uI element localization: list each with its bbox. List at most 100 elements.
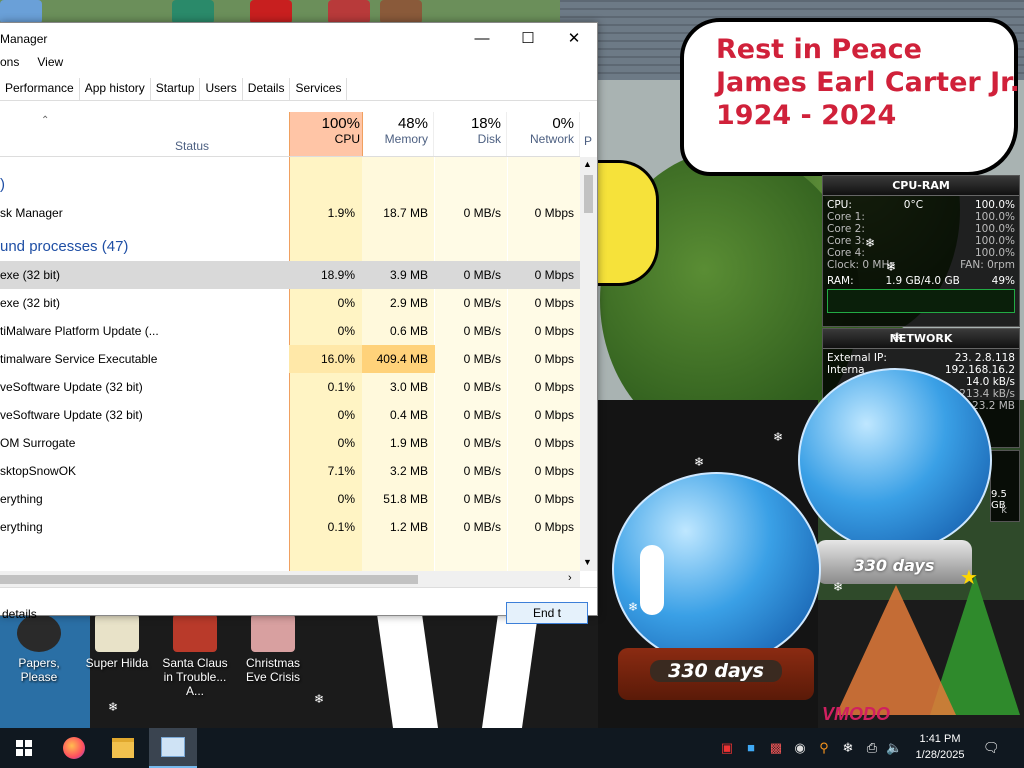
tab-users[interactable]: Users: [200, 78, 243, 100]
top-desktop-icon[interactable]: [0, 0, 42, 24]
fewer-details-link[interactable]: details: [2, 607, 37, 621]
tab-details[interactable]: Details: [243, 78, 291, 100]
desktop-icon-super-hilda[interactable]: Super Hilda: [78, 614, 156, 670]
title-bar[interactable]: Manager — ☐ ✕: [0, 23, 597, 53]
column-status[interactable]: Status: [175, 139, 209, 153]
scroll-down-icon[interactable]: ▼: [583, 557, 592, 567]
column-network[interactable]: 0% Network: [507, 112, 580, 156]
start-button[interactable]: [0, 728, 48, 768]
maximize-button[interactable]: ☐: [505, 23, 551, 53]
scroll-right-icon[interactable]: ›: [568, 572, 572, 584]
column-disk[interactable]: 18% Disk: [434, 112, 507, 156]
tray-network-monitor-icon[interactable]: ▩: [768, 740, 784, 756]
top-desktop-icon[interactable]: [172, 0, 214, 24]
process-row[interactable]: exe (32 bit) 18.9% 3.9 MB 0 MB/s 0 Mbps: [0, 261, 580, 289]
top-desktop-icon[interactable]: [250, 0, 292, 24]
desktop-icon-papers-please[interactable]: Papers, Please: [0, 614, 78, 684]
network-usage: 0 Mbps: [534, 206, 574, 220]
disk-usage: 0 MB/s: [463, 408, 501, 422]
vertical-scroll-thumb[interactable]: [584, 175, 593, 213]
santa-claus-icon: [173, 614, 217, 652]
desktop-icon-santa-claus[interactable]: Santa Claus in Trouble... A...: [156, 614, 234, 698]
speech-bubble-text: Rest in Peace James Earl Carter Jr. 1924…: [716, 33, 1020, 132]
column-cpu[interactable]: 100% CPU: [289, 112, 363, 156]
taskbar-task-manager[interactable]: [149, 728, 197, 768]
wallpaper-watermark: VMODO: [822, 704, 891, 724]
clock-speed: Clock: 0 MHz: [827, 259, 895, 271]
gingerbread-tree-icon: [836, 585, 956, 715]
drive-gadget[interactable]: 9.5 GB k: [990, 450, 1020, 522]
tray-snow-icon[interactable]: ❄: [840, 740, 856, 756]
task-manager-window[interactable]: Manager — ☐ ✕ ons View Performance App h…: [0, 22, 598, 624]
firefox-icon: [63, 737, 85, 759]
tray-network-icon[interactable]: ⎙: [864, 740, 880, 756]
taskbar: ▣ ■ ▩ ◉ ⚲ ❄ ⎙ 🔈 1:41 PM 1/28/2025 🗨: [0, 728, 1024, 768]
process-row[interactable]: erything 0.1% 1.2 MB 0 MB/s 0 Mbps: [0, 513, 580, 541]
core-value: 100.0%: [974, 211, 1015, 223]
ram-value: 1.9 GB/4.0 GB: [885, 275, 960, 287]
process-row[interactable]: sktopSnowOK 7.1% 3.2 MB 0 MB/s 0 Mbps: [0, 457, 580, 485]
upload-rate: 14.0 kB/s: [965, 376, 1015, 388]
process-row[interactable]: erything 0% 51.8 MB 0 MB/s 0 Mbps: [0, 485, 580, 513]
tray-drop-icon[interactable]: ◉: [792, 740, 808, 756]
close-button[interactable]: ✕: [551, 23, 597, 53]
taskbar-firefox[interactable]: [50, 728, 98, 768]
process-row[interactable]: timalware Service Executable 16.0% 409.4 M…: [0, 345, 580, 373]
column-power[interactable]: P: [584, 112, 596, 156]
tray-search-icon[interactable]: ⚲: [816, 740, 832, 756]
cpu-usage: 0%: [337, 324, 355, 338]
end-task-button[interactable]: End t: [506, 602, 588, 624]
tab-app-history[interactable]: App history: [80, 78, 151, 100]
scroll-up-icon[interactable]: ▲: [583, 159, 592, 169]
process-row[interactable]: exe (32 bit) 0% 2.9 MB 0 MB/s 0 Mbps: [0, 289, 580, 317]
horizontal-scrollbar[interactable]: ›: [0, 571, 580, 587]
tab-startup[interactable]: Startup: [151, 78, 201, 100]
cpu-value: 100.0%: [974, 199, 1015, 211]
network-usage: 0 Mbps: [534, 436, 574, 450]
process-row[interactable]: veSoftware Update (32 bit) 0% 0.4 MB 0 MB/s…: [0, 401, 580, 429]
menu-options[interactable]: ons: [0, 55, 19, 73]
process-group-header[interactable]: ): [0, 171, 580, 199]
notifications-icon[interactable]: 🗨: [983, 740, 1000, 756]
process-name: veSoftware Update (32 bit): [0, 408, 143, 422]
core-row: Core 4: 100.0%: [823, 247, 1019, 259]
process-row[interactable]: tiMalware Platform Update (... 0% 0.6 MB 0 …: [0, 317, 580, 345]
taskbar-file-explorer[interactable]: [99, 728, 147, 768]
taskbar-clock[interactable]: 1:41 PM 1/28/2025: [905, 731, 975, 763]
tray-square-icon[interactable]: ■: [743, 740, 759, 756]
vertical-scrollbar[interactable]: ▲ ▼: [580, 157, 597, 571]
top-desktop-icon[interactable]: [328, 0, 370, 24]
process-group-header[interactable]: und processes (47): [0, 233, 580, 261]
bubble-line: 1924 - 2024: [716, 100, 897, 131]
top-desktop-icon[interactable]: [380, 0, 422, 24]
sort-caret-icon[interactable]: ⌃: [41, 115, 49, 126]
process-row[interactable]: sk Manager 1.9% 18.7 MB 0 MB/s 0 Mbps: [0, 199, 580, 227]
process-name: tiMalware Platform Update (...: [0, 324, 159, 338]
process-row[interactable]: veSoftware Update (32 bit) 0.1% 3.0 MB 0 MB…: [0, 373, 580, 401]
core-label: Core 1:: [827, 211, 865, 223]
snowflake-icon: ❄: [833, 580, 844, 594]
horizontal-scroll-thumb[interactable]: [0, 575, 418, 584]
tab-services[interactable]: Services: [290, 78, 348, 100]
snowflake-icon: ❄: [628, 600, 639, 614]
folder-icon: [112, 738, 134, 758]
snowflake-icon: ❄: [773, 430, 784, 444]
external-ip-row: External IP: 23. 2.8.118: [823, 352, 1019, 364]
process-name: und processes (47): [0, 238, 129, 255]
column-memory[interactable]: 48% Memory: [361, 112, 434, 156]
menu-view[interactable]: View: [37, 55, 63, 73]
disk-total: 18%: [470, 115, 501, 132]
column-header: ⌃ Status 100% CPU 48% Memory 18% Disk 0%…: [0, 112, 592, 157]
gadget-title: CPU-RAM: [823, 176, 1019, 196]
tab-performance[interactable]: Performance: [0, 78, 80, 100]
tray-volume-icon[interactable]: 🔈: [886, 740, 902, 756]
minimize-button[interactable]: —: [459, 23, 505, 53]
menu-bar: ons View: [0, 55, 63, 73]
process-row[interactable]: OM Surrogate 0% 1.9 MB 0 MB/s 0 Mbps: [0, 429, 580, 457]
christmas-eve-crisis-icon: [251, 614, 295, 652]
cpu-ram-gadget[interactable]: CPU-RAM CPU: 0°C 100.0% Core 1: 100.0% Co…: [822, 175, 1020, 327]
desktop-icon-christmas-eve-crisis[interactable]: Christmas Eve Crisis: [234, 614, 312, 684]
process-name: sktopSnowOK: [0, 464, 77, 478]
tray-app-icon[interactable]: ▣: [719, 740, 735, 756]
fan-speed: FAN: 0rpm: [960, 259, 1015, 271]
